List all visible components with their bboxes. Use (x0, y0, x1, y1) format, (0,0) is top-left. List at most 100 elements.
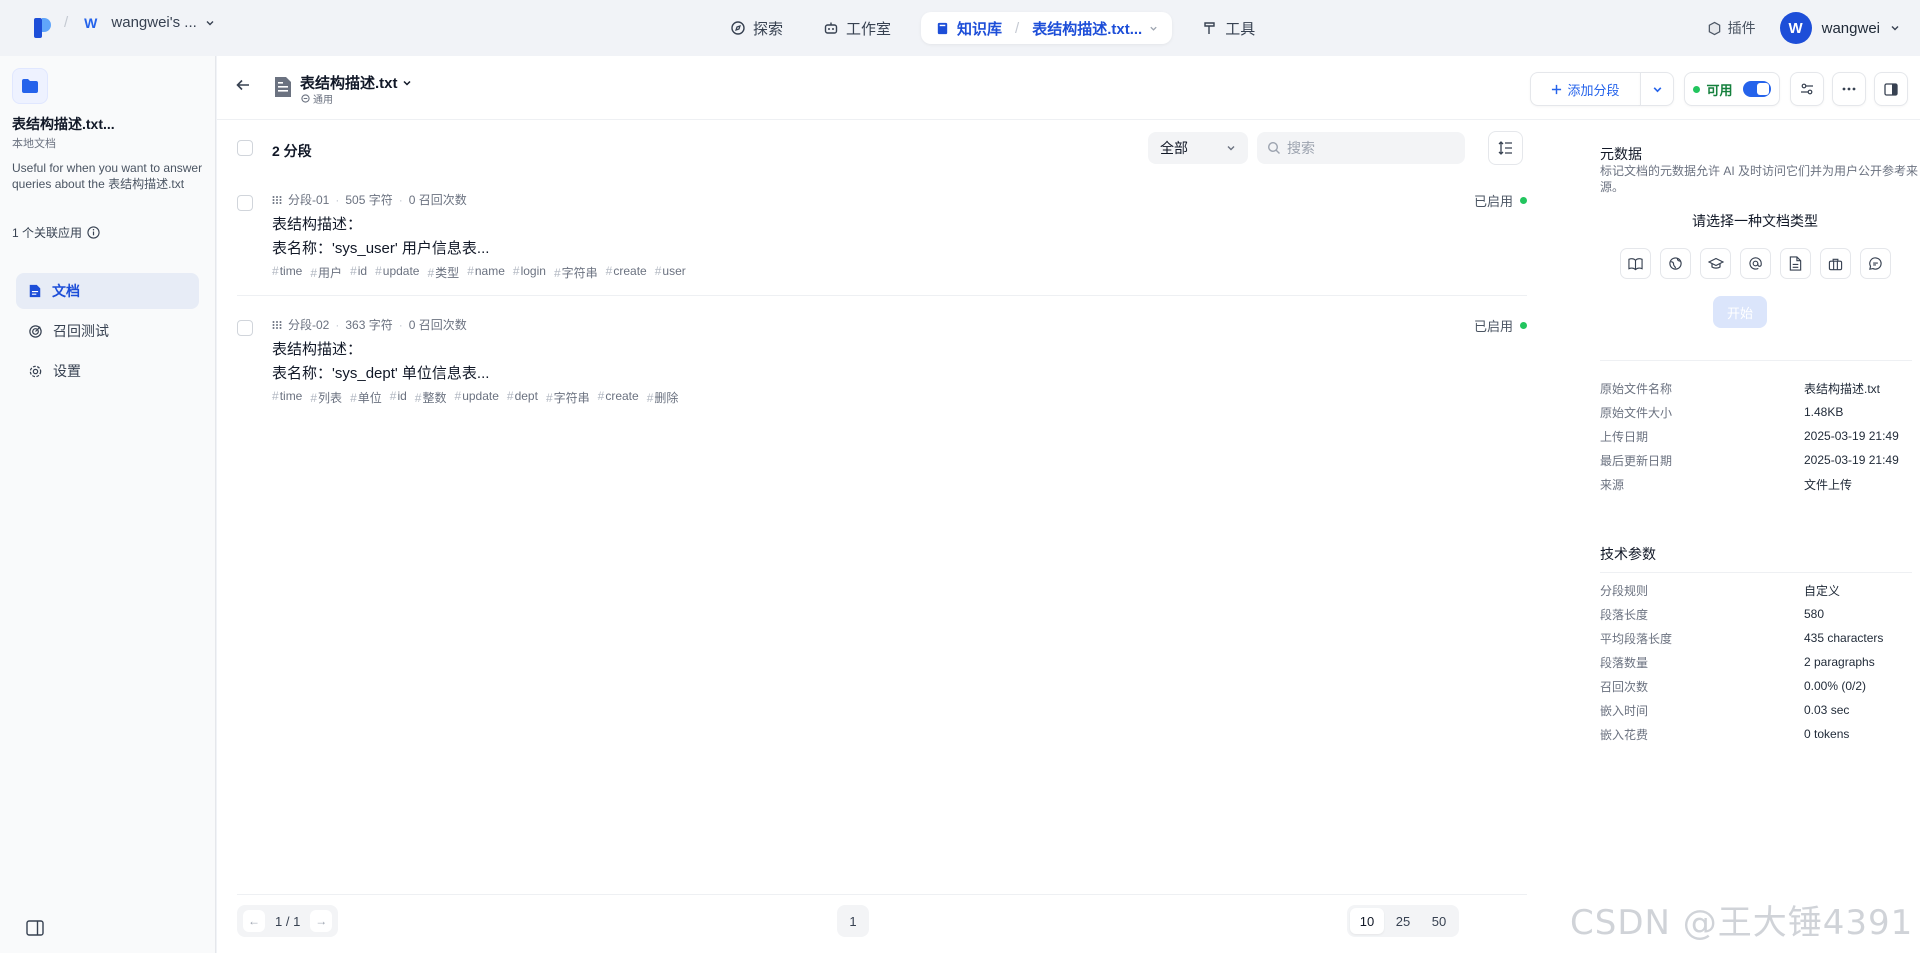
nav-studio[interactable]: 工作室 (813, 12, 901, 44)
tech-param-value: 0.00% (0/2) (1804, 679, 1867, 693)
sidebar-item-settings[interactable]: 设置 (16, 353, 199, 389)
keyword-tag: #用户 (310, 266, 343, 280)
folder-icon (12, 68, 48, 104)
segment-content-line-2: 表名称：'sys_user' 用户信息表... (272, 240, 490, 257)
add-segment-dropdown-button[interactable] (1640, 72, 1674, 106)
at-sign-icon[interactable] (1740, 248, 1771, 279)
divider (1600, 360, 1912, 361)
back-arrow-icon[interactable] (236, 78, 250, 92)
page-navigator: ← 1 / 1 → (237, 905, 339, 937)
sidebar-item-label: 召回测试 (53, 323, 109, 339)
keyword-tag: #name (467, 264, 505, 278)
plugin-button[interactable]: 插件 (1707, 18, 1756, 38)
segment-checkbox[interactable] (237, 320, 253, 336)
app-logo-icon[interactable] (32, 16, 52, 40)
search-box (1257, 132, 1465, 164)
sidebar-item-retrieval-test[interactable]: 召回测试 (16, 313, 199, 349)
meta-separator: · (398, 317, 403, 332)
chevron-down-icon (1891, 26, 1899, 31)
status-filter-select[interactable]: 全部 (1148, 132, 1248, 164)
file-info-key: 原始文件名称 (1600, 381, 1673, 396)
nav-tools[interactable]: 工具 (1192, 12, 1265, 44)
nav-explore[interactable]: 探索 (720, 12, 793, 44)
prev-page-button[interactable]: ← (243, 910, 265, 932)
file-text-icon (275, 77, 291, 97)
document-name-label: 表结构描述.txt (300, 75, 398, 92)
web-icon[interactable] (1660, 248, 1691, 279)
graduation-cap-icon[interactable] (1700, 248, 1731, 279)
segment-card[interactable]: 分段-02 · 363 字符 · 0 召回次数 表结构描述： 表名称：'sys_… (237, 313, 1527, 421)
file-icon[interactable] (1780, 248, 1811, 279)
document-mode: 通用 (301, 91, 333, 106)
page-size-option[interactable]: 50 (1422, 908, 1456, 934)
tech-param-row: 召回次数 0.00% (0/2) (1600, 674, 1912, 698)
start-button[interactable]: 开始 (1713, 296, 1767, 328)
file-info-key: 来源 (1600, 477, 1625, 492)
segment-status-label: 已启用 (1473, 194, 1513, 209)
user-menu[interactable]: W wangwei (1779, 12, 1900, 44)
segment-checkbox[interactable] (237, 195, 253, 211)
toggle-metadata-panel-button[interactable] (1874, 72, 1908, 106)
page-size-option[interactable]: 10 (1350, 908, 1384, 934)
doc-type-options (1620, 248, 1891, 279)
segment-count: 2 分段 (272, 143, 312, 159)
book-icon[interactable] (1620, 248, 1651, 279)
select-all-checkbox[interactable] (237, 140, 253, 156)
more-options-button[interactable] (1832, 72, 1866, 106)
segment-list-header: 2 分段 全部 (237, 131, 1527, 166)
tech-param-row: 段落长度 580 (1600, 602, 1912, 626)
dataset-description: Useful for when you want to answer queri… (12, 161, 203, 191)
segment-chars: 363 字符 (345, 318, 393, 332)
nav-separator: / (64, 14, 69, 31)
segment-settings-button[interactable] (1790, 72, 1824, 106)
dataset-type: 本地文档 (12, 138, 56, 150)
page-size-selector: 10 25 50 (1347, 905, 1459, 937)
segment-meta: 分段-01 · 505 字符 · 0 召回次数 (272, 191, 467, 208)
chevron-down-icon (1653, 86, 1661, 92)
grip-icon (272, 195, 282, 204)
segment-view-toggle-button[interactable] (1488, 131, 1523, 165)
workspace-initial: W (84, 14, 98, 31)
search-input[interactable] (1287, 140, 1447, 156)
segment-id: 分段-01 (288, 193, 330, 207)
tech-param-value: 0.03 sec (1804, 703, 1850, 717)
keyword-tag: #整数 (414, 391, 447, 405)
segment-status-label: 已启用 (1473, 319, 1513, 334)
keyword-tag: #字符串 (553, 266, 598, 280)
segment-card[interactable]: 分段-01 · 505 字符 · 0 召回次数 表结构描述： 表名称：'sys_… (237, 188, 1527, 296)
keyword-tag: #time (272, 264, 303, 278)
status-label: 可用 (1706, 82, 1733, 98)
main-content: 表结构描述.txt 通用 添加分段 可用 2 分段 全部 搜索 分段-01 · … (217, 56, 1920, 953)
next-page-button[interactable]: → (310, 910, 333, 932)
user-name: wangwei (1821, 19, 1880, 37)
page-size-option[interactable]: 25 (1386, 908, 1420, 934)
keyword-tag: #user (654, 264, 686, 278)
file-info-row: 最后更新日期 2025-03-19 21:49 (1600, 448, 1912, 472)
workspace-name: wangwei's ... (111, 14, 197, 31)
tech-param-value: 580 (1804, 607, 1825, 621)
add-segment-button[interactable]: 添加分段 (1530, 72, 1640, 106)
keyword-tag: #字符串 (545, 391, 590, 405)
status-dot (1693, 85, 1701, 93)
collapse-sidebar-icon[interactable] (26, 920, 44, 936)
page-number-button[interactable]: 1 (837, 905, 869, 937)
enable-switch[interactable] (1742, 81, 1771, 97)
linked-apps[interactable]: 1 个关联应用 (12, 224, 100, 241)
segment-hits: 0 召回次数 (408, 193, 467, 207)
tech-param-key: 召回次数 (1600, 679, 1649, 694)
keyword-tag: #id (389, 389, 407, 403)
nav-knowledge[interactable]: 知识库 / 表结构描述.txt... (921, 12, 1173, 44)
workspace-selector[interactable]: / W wangwei's ... (64, 14, 215, 31)
tech-param-key: 段落数量 (1600, 655, 1649, 670)
info-icon[interactable] (87, 226, 100, 239)
segment-meta: 分段-02 · 363 字符 · 0 召回次数 (272, 316, 467, 333)
document-name[interactable]: 表结构描述.txt (300, 72, 412, 93)
nav-studio-label: 工作室 (846, 20, 892, 38)
nav-current-dataset[interactable]: 表结构描述.txt... (1032, 18, 1142, 39)
sidebar-item-documents[interactable]: 文档 (16, 273, 199, 309)
document-status-toggle[interactable]: 可用 (1684, 72, 1780, 106)
chat-icon[interactable] (1860, 248, 1891, 279)
briefcase-icon[interactable] (1820, 248, 1851, 279)
document-header: 表结构描述.txt 通用 添加分段 可用 (217, 56, 1920, 120)
segment-keywords: #time #用户 #id #update #类型 #name #login #… (272, 264, 686, 281)
